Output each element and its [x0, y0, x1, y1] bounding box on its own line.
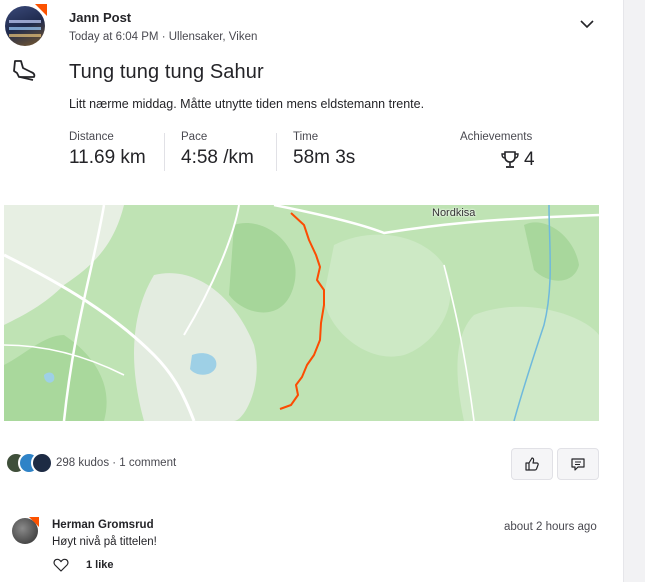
comment-author[interactable]: Herman Gromsrud — [52, 519, 154, 531]
kudos-count[interactable]: 298 kudos · 1 comment — [56, 457, 176, 469]
comment-icon — [571, 458, 585, 471]
kudos-avatars[interactable] — [5, 452, 53, 476]
comment-text: Høyt nivå på tittelen! — [52, 536, 157, 548]
achievement-count: 4 — [524, 149, 535, 170]
stat-value: 4:58 /km — [181, 147, 254, 168]
stat-label: Distance — [69, 131, 114, 143]
run-shoe-icon — [13, 60, 36, 81]
activity-meta: Today at 6:04 PM · Ullensaker, Viken — [69, 31, 258, 43]
thumbs-up-icon — [525, 457, 539, 471]
avatar — [31, 452, 53, 474]
activity-title[interactable]: Tung tung tung Sahur — [69, 61, 264, 84]
comment-timestamp: about 2 hours ago — [504, 521, 597, 533]
stat-divider — [164, 133, 165, 171]
stat-distance: Distance 11.69 km — [69, 131, 146, 169]
comment-like-count[interactable]: 1 like — [86, 559, 114, 571]
comment-button[interactable] — [557, 448, 599, 480]
stat-achievements[interactable]: Achievements 4 — [460, 131, 535, 170]
chevron-down-icon[interactable] — [579, 16, 595, 32]
stat-value: 11.69 km — [69, 147, 146, 168]
stat-pace: Pace 4:58 /km — [181, 131, 254, 169]
activity-description: Litt nærme middag. Måtte utnytte tiden m… — [69, 97, 425, 111]
stat-label: Achievements — [460, 131, 533, 143]
stat-label: Pace — [181, 131, 208, 143]
trophy-icon — [501, 151, 519, 168]
heart-icon[interactable] — [53, 558, 69, 572]
stat-divider — [276, 133, 277, 171]
stat-label: Time — [293, 131, 319, 143]
route-map[interactable] — [4, 205, 599, 421]
give-kudos-button[interactable] — [511, 448, 553, 480]
scrollbar-track[interactable] — [623, 0, 645, 582]
stat-time: Time 58m 3s — [293, 131, 355, 169]
stat-value: 58m 3s — [293, 147, 356, 168]
athlete-name[interactable]: Jann Post — [69, 10, 131, 25]
athlete-avatar[interactable] — [5, 6, 45, 46]
map-place-label: Nordkisa — [432, 207, 476, 219]
